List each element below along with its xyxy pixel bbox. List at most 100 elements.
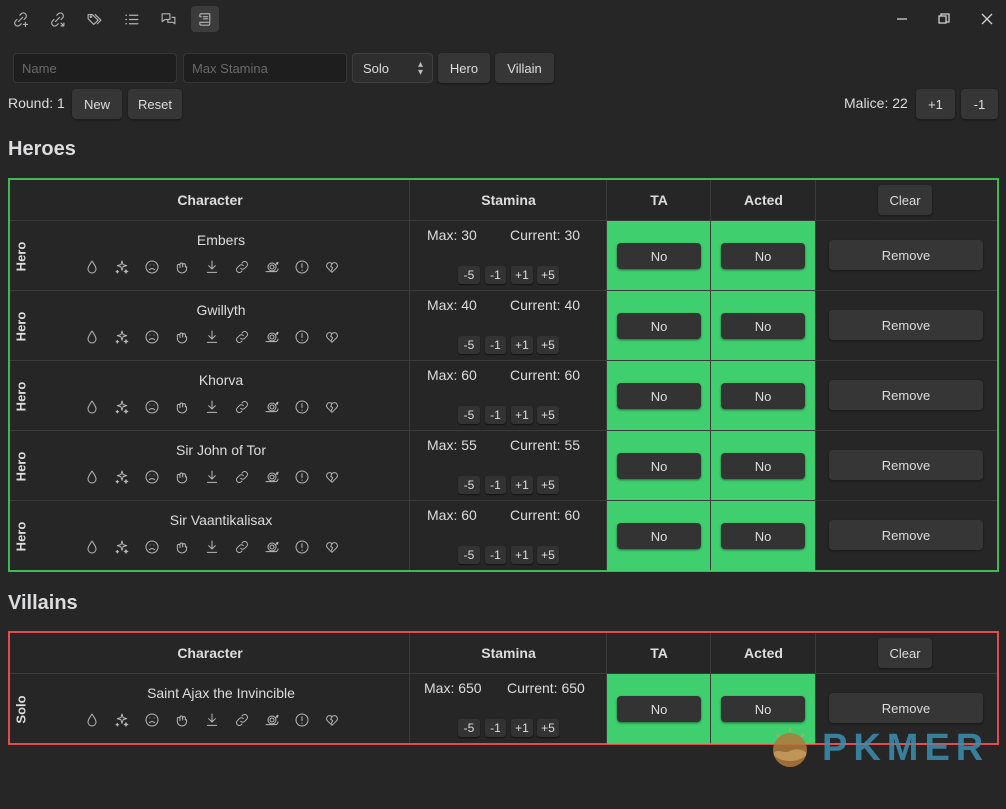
stamina-adjust-button[interactable]: -5	[458, 406, 480, 424]
stamina-adjust-button[interactable]: +5	[537, 406, 559, 424]
remove-button[interactable]: Remove	[829, 693, 983, 723]
prone-icon[interactable]	[200, 537, 224, 557]
acted-toggle-button[interactable]: No	[721, 383, 805, 409]
frightened-icon[interactable]	[140, 257, 164, 277]
acted-toggle-button[interactable]: No	[721, 523, 805, 549]
remove-button[interactable]: Remove	[829, 380, 983, 410]
slowed-icon[interactable]	[260, 397, 284, 417]
bleeding-icon[interactable]	[80, 537, 104, 557]
stamina-adjust-button[interactable]: -5	[458, 719, 480, 737]
stamina-adjust-button[interactable]: -5	[458, 476, 480, 494]
weakened-icon[interactable]	[320, 710, 344, 730]
taunted-icon[interactable]	[290, 327, 314, 347]
malice-plus-button[interactable]: +1	[916, 89, 955, 119]
grabbed-icon[interactable]	[170, 397, 194, 417]
ta-toggle-button[interactable]: No	[617, 523, 701, 549]
link-add-icon[interactable]	[6, 6, 34, 32]
acted-toggle-button[interactable]: No	[721, 313, 805, 339]
remove-button[interactable]: Remove	[829, 450, 983, 480]
stamina-adjust-button[interactable]: +5	[537, 546, 559, 564]
frightened-icon[interactable]	[140, 710, 164, 730]
frightened-icon[interactable]	[140, 467, 164, 487]
stamina-adjust-button[interactable]: -1	[485, 266, 506, 284]
ta-toggle-button[interactable]: No	[617, 383, 701, 409]
stamina-adjust-button[interactable]: +1	[511, 266, 533, 284]
new-round-button[interactable]: New	[72, 89, 122, 119]
slowed-icon[interactable]	[260, 257, 284, 277]
taunted-icon[interactable]	[290, 710, 314, 730]
stamina-adjust-button[interactable]: +5	[537, 336, 559, 354]
stamina-adjust-button[interactable]: +1	[511, 476, 533, 494]
stamina-adjust-button[interactable]: -1	[485, 406, 506, 424]
max-stamina-input[interactable]	[183, 53, 347, 83]
taunted-icon[interactable]	[290, 257, 314, 277]
frightened-icon[interactable]	[140, 537, 164, 557]
grabbed-icon[interactable]	[170, 710, 194, 730]
dazed-icon[interactable]	[110, 710, 134, 730]
weakened-icon[interactable]	[320, 327, 344, 347]
grabbed-icon[interactable]	[170, 327, 194, 347]
dazed-icon[interactable]	[110, 467, 134, 487]
weakened-icon[interactable]	[320, 467, 344, 487]
stamina-adjust-button[interactable]: +5	[537, 476, 559, 494]
slowed-icon[interactable]	[260, 327, 284, 347]
malice-minus-button[interactable]: -1	[961, 89, 998, 119]
link-out-icon[interactable]	[43, 6, 71, 32]
restrained-icon[interactable]	[230, 397, 254, 417]
stamina-adjust-button[interactable]: -1	[485, 719, 506, 737]
dazed-icon[interactable]	[110, 327, 134, 347]
frightened-icon[interactable]	[140, 327, 164, 347]
ta-toggle-button[interactable]: No	[617, 696, 701, 722]
slowed-icon[interactable]	[260, 467, 284, 487]
prone-icon[interactable]	[200, 257, 224, 277]
restrained-icon[interactable]	[230, 327, 254, 347]
name-input[interactable]	[13, 53, 177, 83]
type-select[interactable]: Solo ▴ ▾	[352, 53, 433, 83]
chat-icon[interactable]	[154, 6, 182, 32]
dazed-icon[interactable]	[110, 397, 134, 417]
minimize-icon[interactable]	[888, 6, 916, 32]
stamina-adjust-button[interactable]: -1	[485, 546, 506, 564]
prone-icon[interactable]	[200, 710, 224, 730]
ta-toggle-button[interactable]: No	[617, 243, 701, 269]
acted-toggle-button[interactable]: No	[721, 243, 805, 269]
bleeding-icon[interactable]	[80, 467, 104, 487]
stamina-adjust-button[interactable]: -5	[458, 336, 480, 354]
taunted-icon[interactable]	[290, 397, 314, 417]
stamina-adjust-button[interactable]: +1	[511, 546, 533, 564]
tags-icon[interactable]	[80, 6, 108, 32]
clear-button[interactable]: Clear	[878, 638, 932, 668]
stamina-adjust-button[interactable]: +1	[511, 719, 533, 737]
weakened-icon[interactable]	[320, 257, 344, 277]
remove-button[interactable]: Remove	[829, 520, 983, 550]
reset-button[interactable]: Reset	[128, 89, 182, 119]
frightened-icon[interactable]	[140, 397, 164, 417]
add-hero-button[interactable]: Hero	[438, 53, 490, 83]
bleeding-icon[interactable]	[80, 710, 104, 730]
remove-button[interactable]: Remove	[829, 310, 983, 340]
weakened-icon[interactable]	[320, 397, 344, 417]
stamina-adjust-button[interactable]: -1	[485, 336, 506, 354]
ta-toggle-button[interactable]: No	[617, 313, 701, 339]
weakened-icon[interactable]	[320, 537, 344, 557]
grabbed-icon[interactable]	[170, 537, 194, 557]
ta-toggle-button[interactable]: No	[617, 453, 701, 479]
restrained-icon[interactable]	[230, 257, 254, 277]
restrained-icon[interactable]	[230, 710, 254, 730]
stamina-adjust-button[interactable]: -1	[485, 476, 506, 494]
stamina-adjust-button[interactable]: +5	[537, 719, 559, 737]
scroll-icon[interactable]	[191, 6, 219, 32]
slowed-icon[interactable]	[260, 710, 284, 730]
prone-icon[interactable]	[200, 397, 224, 417]
close-icon[interactable]	[973, 6, 1001, 32]
acted-toggle-button[interactable]: No	[721, 696, 805, 722]
stamina-adjust-button[interactable]: +1	[511, 336, 533, 354]
prone-icon[interactable]	[200, 467, 224, 487]
dazed-icon[interactable]	[110, 257, 134, 277]
bleeding-icon[interactable]	[80, 397, 104, 417]
remove-button[interactable]: Remove	[829, 240, 983, 270]
dazed-icon[interactable]	[110, 537, 134, 557]
bleeding-icon[interactable]	[80, 327, 104, 347]
stamina-adjust-button[interactable]: +5	[537, 266, 559, 284]
acted-toggle-button[interactable]: No	[721, 453, 805, 479]
